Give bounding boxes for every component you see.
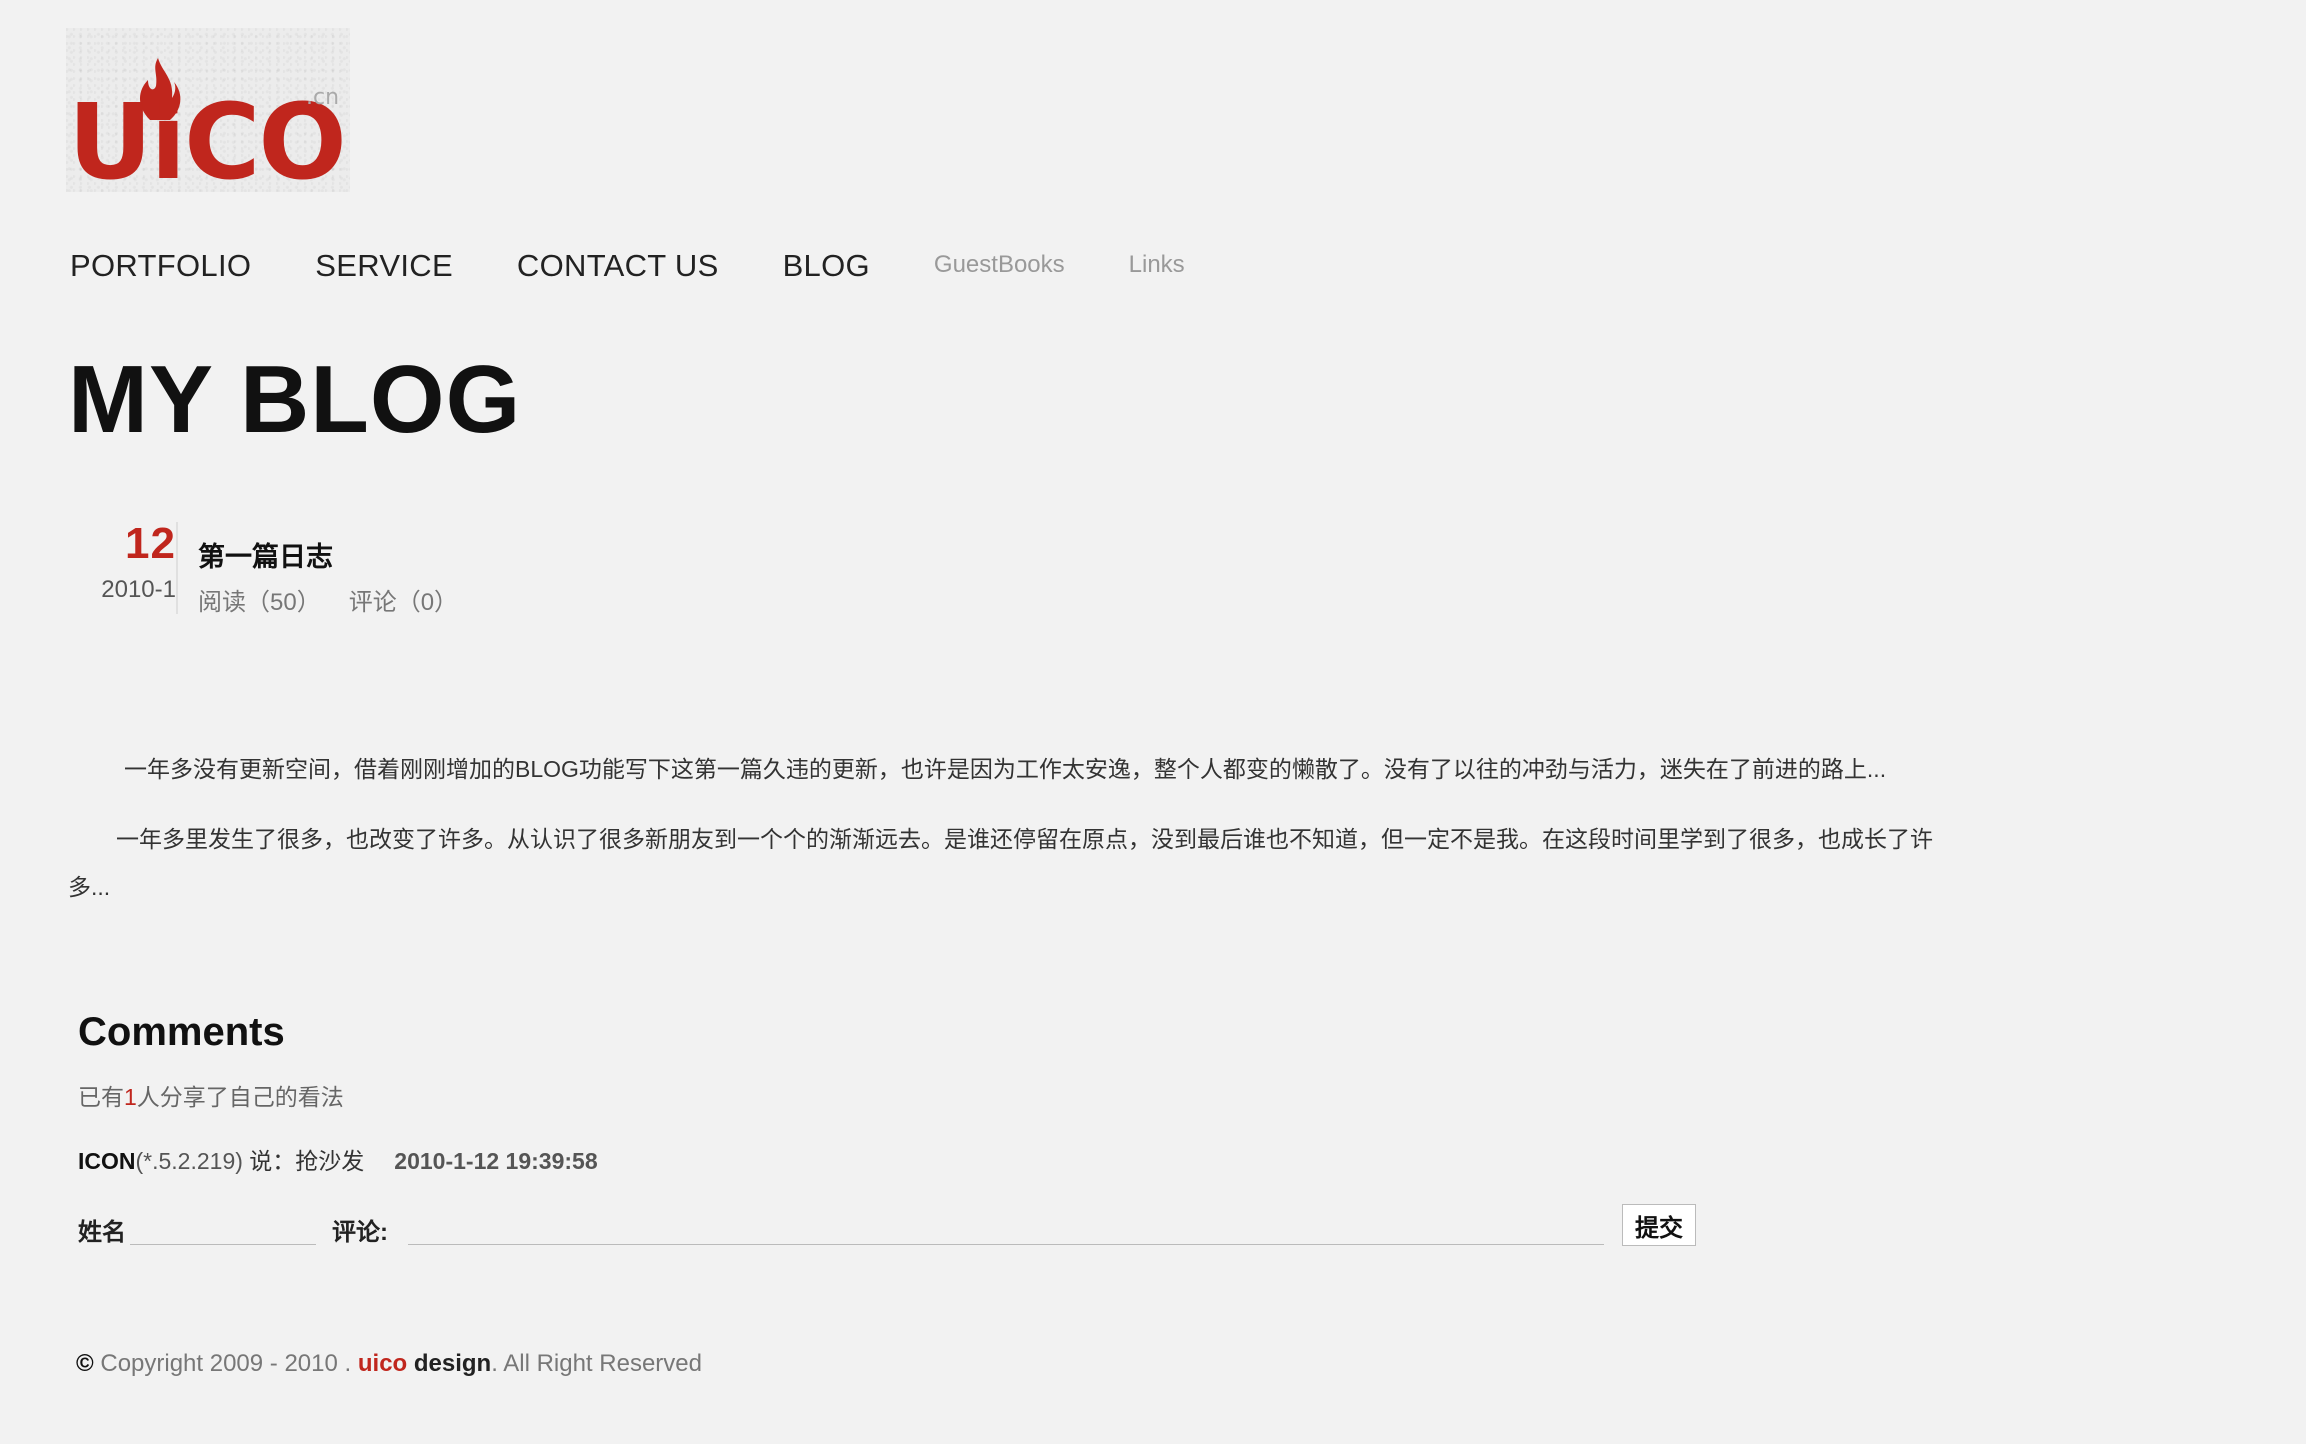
- post-day: 12: [125, 519, 176, 568]
- logo-suffix: .cn: [306, 85, 339, 110]
- main-nav: PORTFOLIO SERVICE CONTACT US BLOG GuestB…: [70, 248, 1249, 284]
- comment-ip: (*.5.2.219): [135, 1148, 243, 1174]
- comment-form: 姓名 评论: 提交: [78, 1200, 1698, 1250]
- comment-label: 评论:: [332, 1219, 388, 1246]
- post-month: 2010-1: [101, 576, 176, 603]
- site-logo[interactable]: UiCO .cn: [66, 28, 350, 192]
- post-divider: [176, 522, 178, 614]
- comment-item: ICON(*.5.2.219) 说：抢沙发 2010-1-12 19:39:58: [78, 1142, 598, 1176]
- nav-service[interactable]: SERVICE: [315, 248, 453, 284]
- logo-graphic: UiCO .cn: [68, 58, 347, 192]
- logo-text: UiCO: [68, 81, 345, 192]
- footer-brand-design[interactable]: design: [407, 1350, 491, 1377]
- post-comment-count[interactable]: 评论（0）: [349, 589, 458, 616]
- submit-button[interactable]: 提交: [1622, 1204, 1696, 1246]
- name-input[interactable]: [130, 1204, 316, 1245]
- comment-input[interactable]: [408, 1204, 1604, 1245]
- nav-guestbooks[interactable]: GuestBooks: [934, 251, 1065, 279]
- page-title: MY BLOG: [68, 346, 522, 453]
- post-body: 一年多没有更新空间，借着刚刚增加的BLOG功能写下这第一篇久违的更新，也许是因为…: [68, 745, 1968, 911]
- comments-heading: Comments: [78, 1010, 285, 1054]
- footer-rights: . All Right Reserved: [491, 1350, 702, 1377]
- copyright-icon: ©: [76, 1350, 94, 1377]
- post-paragraph: 一年多里发生了很多，也改变了许多。从认识了很多新朋友到一个个的渐渐远去。是谁还停…: [68, 826, 1933, 900]
- post-title[interactable]: 第一篇日志: [198, 535, 333, 574]
- comment-time: 2010-1-12 19:39:58: [394, 1148, 598, 1174]
- comments-count-suffix: 人分享了自己的看法: [136, 1084, 344, 1110]
- comment-text: 抢沙发: [295, 1148, 365, 1174]
- comment-author: ICON: [78, 1148, 136, 1174]
- comments-count-number: 1: [124, 1084, 137, 1110]
- post-read-count: 阅读（50）: [198, 589, 321, 616]
- post-meta: 阅读（50） 评论（0）: [198, 582, 486, 617]
- name-label: 姓名: [78, 1219, 126, 1246]
- post-paragraph: 一年多没有更新空间，借着刚刚增加的BLOG功能写下这第一篇久违的更新，也许是因为…: [124, 756, 1887, 782]
- comments-count: 已有1人分享了自己的看法: [78, 1078, 344, 1112]
- comments-count-prefix: 已有: [78, 1084, 124, 1110]
- footer: © Copyright 2009 - 2010 . uico design. A…: [76, 1350, 702, 1378]
- comment-says: 说：: [242, 1148, 296, 1174]
- nav-portfolio[interactable]: PORTFOLIO: [70, 248, 251, 284]
- nav-links[interactable]: Links: [1129, 251, 1185, 279]
- footer-brand-uico[interactable]: uico: [358, 1350, 407, 1377]
- nav-contact-us[interactable]: CONTACT US: [517, 248, 719, 284]
- post-date: 12 2010-1: [70, 522, 176, 604]
- footer-copyright: Copyright 2009 - 2010 .: [93, 1350, 358, 1377]
- nav-blog[interactable]: BLOG: [783, 248, 870, 284]
